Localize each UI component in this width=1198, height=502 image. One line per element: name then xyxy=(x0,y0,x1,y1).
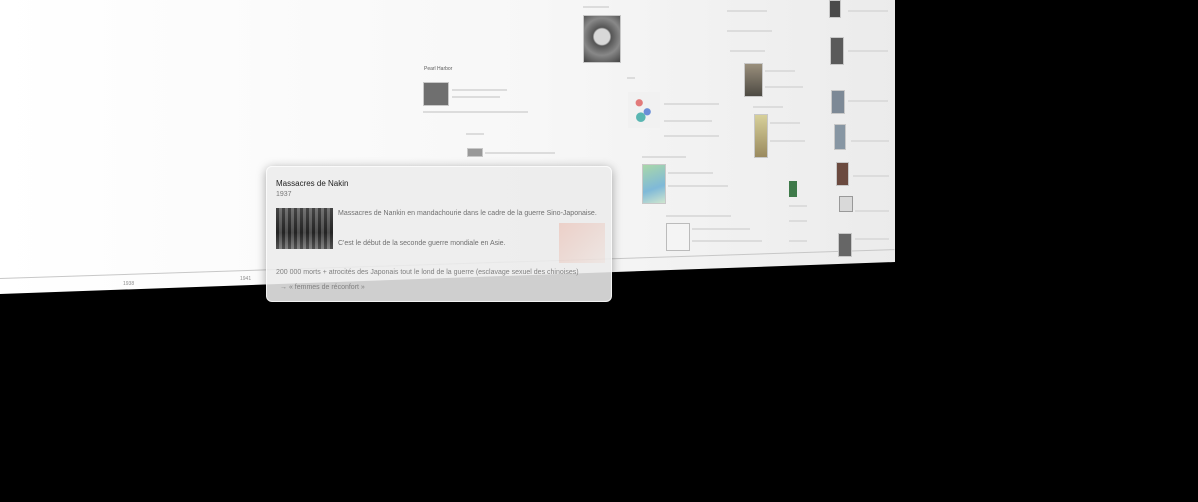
event-text xyxy=(668,172,713,174)
event-text xyxy=(664,135,719,137)
event-text xyxy=(452,89,507,91)
event-text xyxy=(668,185,728,187)
event-text xyxy=(730,50,765,52)
event-thumbnail[interactable] xyxy=(744,63,763,97)
event-text xyxy=(770,122,800,124)
event-text xyxy=(853,175,889,177)
popup-description: C'est le début de la seconde guerre mond… xyxy=(338,240,506,247)
event-text xyxy=(727,30,772,32)
event-thumbnail[interactable] xyxy=(836,162,849,186)
popup-photo[interactable] xyxy=(276,208,333,249)
event-text xyxy=(789,205,807,207)
popup-description: Massacres de Nankin en mandachourie dans… xyxy=(338,210,597,217)
event-text xyxy=(848,10,888,12)
event-text xyxy=(583,6,609,8)
year-tick: 1941 xyxy=(240,276,252,282)
event-text xyxy=(770,140,805,142)
event-thumbnail[interactable] xyxy=(423,82,449,106)
event-thumbnail[interactable] xyxy=(829,0,841,18)
event-text xyxy=(692,228,750,230)
event-thumbnail[interactable] xyxy=(838,233,852,257)
popup-description: 200 000 morts + atrocités des Japonais t… xyxy=(276,269,579,276)
event-thumbnail[interactable] xyxy=(830,37,844,65)
event-popup[interactable]: Massacres de Nakin 1937 Massacres de Nan… xyxy=(266,166,612,302)
event-text xyxy=(855,238,889,240)
popup-title: Massacres de Nakin xyxy=(276,179,349,188)
event-text xyxy=(452,96,500,98)
event-text xyxy=(423,111,528,113)
event-title[interactable]: Pearl Harbor xyxy=(424,67,452,72)
event-text xyxy=(765,86,803,88)
background-image-ghost xyxy=(559,223,605,263)
event-thumbnail[interactable] xyxy=(839,196,853,212)
event-thumbnail[interactable] xyxy=(467,148,483,157)
event-text xyxy=(485,152,555,154)
chart-thumbnail[interactable] xyxy=(666,223,690,251)
event-thumbnail[interactable] xyxy=(583,15,621,63)
map-thumbnail[interactable] xyxy=(628,92,660,128)
event-text xyxy=(851,140,889,142)
event-text xyxy=(727,10,767,12)
event-text xyxy=(466,133,484,135)
event-text xyxy=(855,210,889,212)
event-text xyxy=(789,220,807,222)
event-text xyxy=(692,240,762,242)
event-text xyxy=(664,103,719,105)
popup-description: → « femmes de réconfort » xyxy=(280,284,365,291)
event-text xyxy=(848,100,888,102)
event-thumbnail[interactable] xyxy=(834,124,846,150)
event-text xyxy=(789,240,807,242)
popup-year: 1937 xyxy=(276,191,292,198)
event-thumbnail[interactable] xyxy=(789,181,797,197)
event-text xyxy=(666,215,731,217)
map-thumbnail[interactable] xyxy=(642,164,666,204)
event-thumbnail[interactable] xyxy=(831,90,845,114)
year-tick: 1938 xyxy=(123,281,135,287)
event-thumbnail[interactable] xyxy=(754,114,768,158)
event-text xyxy=(642,156,686,158)
event-text xyxy=(627,77,635,79)
event-text xyxy=(664,120,712,122)
event-text xyxy=(753,106,783,108)
event-text xyxy=(848,50,888,52)
event-text xyxy=(765,70,795,72)
